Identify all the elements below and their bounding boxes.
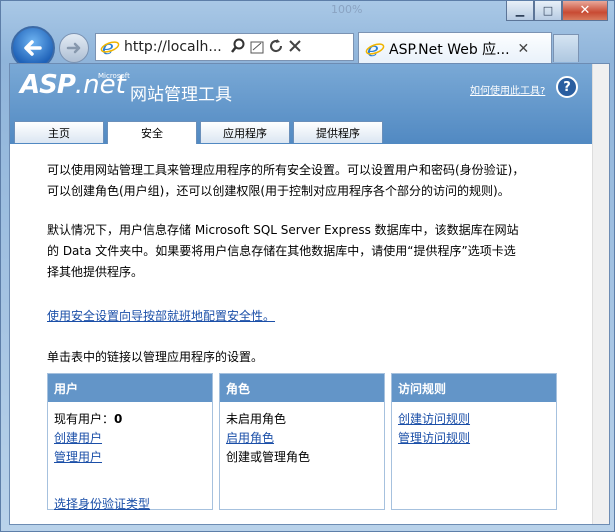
close-window-button[interactable]: ✕ <box>562 1 608 21</box>
manage-users-link[interactable]: 管理用户 <box>54 450 102 464</box>
help-link[interactable]: 如何使用此工具? <box>470 82 545 97</box>
ie-logo-icon: e <box>100 37 120 57</box>
tab-home[interactable]: 主页 <box>14 121 104 143</box>
stop-icon[interactable] <box>288 39 302 56</box>
select-auth-type-link[interactable]: 选择身份验证类型 <box>54 497 150 511</box>
back-arrow-icon <box>24 40 42 56</box>
compatibility-view-icon[interactable] <box>250 38 264 57</box>
address-icons <box>230 38 306 57</box>
tab-security[interactable]: 安全 <box>107 121 197 144</box>
address-bar[interactable]: e http://localh... <box>95 33 354 61</box>
refresh-icon[interactable] <box>268 38 284 57</box>
aspnet-logo: ASP.net Microsoft <box>20 70 130 100</box>
description-paragraph-2: 默认情况下，用户信息存储 Microsoft SQL Server Expres… <box>47 223 519 279</box>
zoom-text: 100% <box>331 3 363 16</box>
tab-title: ASP.Net Web 应... <box>389 41 510 58</box>
site-header: ASP.net Microsoft 网站管理工具 如何使用此工具? ? 主页 安… <box>10 64 609 144</box>
create-access-rules-link[interactable]: 创建访问规则 <box>398 412 470 426</box>
search-icon[interactable] <box>230 38 246 57</box>
svg-text:e: e <box>102 37 114 57</box>
svg-text:e: e <box>367 39 379 59</box>
create-user-link[interactable]: 创建用户 <box>54 431 102 445</box>
access-rules-column: 访问规则 创建访问规则 管理访问规则 <box>391 373 557 510</box>
users-heading: 用户 <box>48 374 212 402</box>
users-column: 用户 现有用户：0 创建用户 管理用户 选择身份验证类型 <box>47 373 213 511</box>
existing-users-row: 现有用户：0 <box>54 410 206 429</box>
tab-strip: 主页 安全 应用程序 提供程序 <box>14 121 386 144</box>
ie-page-icon: e <box>365 39 385 59</box>
help-icon[interactable]: ? <box>556 76 578 98</box>
vertical-scrollbar[interactable] <box>592 64 609 524</box>
new-tab-button[interactable] <box>553 34 579 62</box>
description-paragraph-1: 可以使用网站管理工具来管理应用程序的所有安全设置。可以设置用户和密码(身份验证)… <box>47 163 525 198</box>
browser-tab[interactable]: e ASP.Net Web 应... ✕ <box>358 32 552 64</box>
roles-status: 未启用角色 <box>226 412 287 426</box>
security-grid: 用户 现有用户：0 创建用户 管理用户 选择身份验证类型 角色 未启用角色 启用… <box>47 373 573 511</box>
existing-users-label: 现有用户： <box>54 412 115 426</box>
browser-window: 100% ▁ □ ✕ e http://localh... e ASP.Net … <box>0 0 615 532</box>
forward-button[interactable] <box>59 33 89 63</box>
minimize-button[interactable]: ▁ <box>506 1 534 21</box>
security-content: 可以使用网站管理工具来管理应用程序的所有安全设置。可以设置用户和密码(身份验证)… <box>10 144 609 511</box>
existing-users-count: 0 <box>114 412 123 426</box>
manage-access-rules-link[interactable]: 管理访问规则 <box>398 431 470 445</box>
security-wizard-link[interactable]: 使用安全设置向导按部就班地配置安全性。 <box>47 307 573 324</box>
table-intro: 单击表中的链接以管理应用程序的设置。 <box>47 350 264 364</box>
close-tab-icon[interactable]: ✕ <box>518 41 530 57</box>
address-text[interactable]: http://localh... <box>124 39 222 55</box>
tab-provider[interactable]: 提供程序 <box>293 121 383 143</box>
page-viewport: ASP.net Microsoft 网站管理工具 如何使用此工具? ? 主页 安… <box>9 63 610 525</box>
tab-application[interactable]: 应用程序 <box>200 121 290 143</box>
app-title: 网站管理工具 <box>130 85 232 105</box>
window-caption-buttons: ▁ □ ✕ <box>506 1 608 21</box>
enable-roles-link[interactable]: 启用角色 <box>226 431 274 445</box>
roles-heading: 角色 <box>220 374 384 402</box>
forward-arrow-icon <box>66 42 81 54</box>
roles-column: 角色 未启用角色 启用角色 创建或管理角色 <box>219 373 385 510</box>
maximize-button[interactable]: □ <box>534 1 562 21</box>
create-manage-roles-text: 创建或管理角色 <box>226 450 311 464</box>
access-rules-heading: 访问规则 <box>392 374 556 402</box>
